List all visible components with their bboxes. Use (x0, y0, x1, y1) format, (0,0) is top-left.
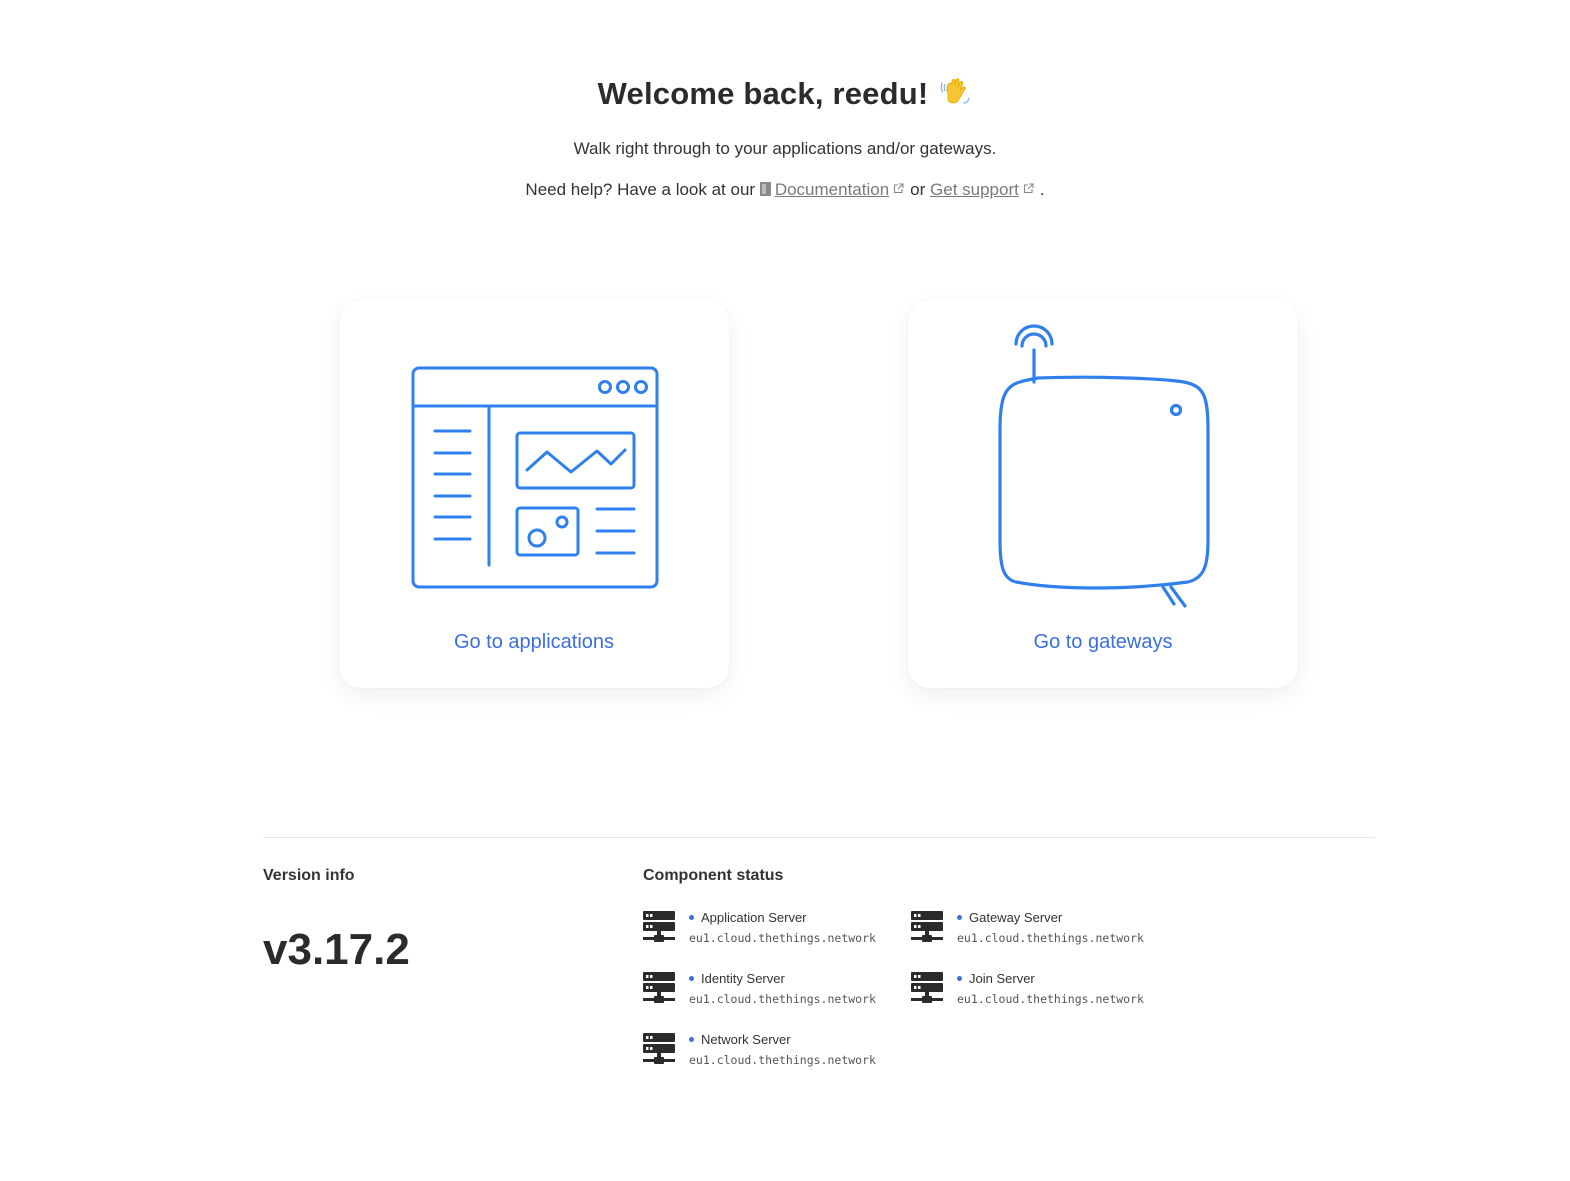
component-name: Identity Server (689, 971, 785, 986)
status-dot (689, 1037, 694, 1042)
component-status-heading: Component status (643, 867, 784, 884)
server-icon (643, 911, 675, 942)
documentation-link-label: Documentation (774, 180, 890, 199)
version-number: v3.17.2 (263, 925, 410, 974)
application-window-illustration (411, 366, 659, 589)
component-name: Network Server (689, 1032, 791, 1047)
component-host: eu1.cloud.thethings.network (689, 931, 876, 945)
waving-hand-icon (938, 74, 972, 116)
component-name-text: Identity Server (701, 971, 785, 986)
component-name-text: Gateway Server (969, 910, 1063, 925)
status-dot (957, 976, 962, 981)
component-host: eu1.cloud.thethings.network (689, 992, 876, 1006)
help-prefix: Need help? Have a look at our (525, 180, 756, 199)
or-text: or (910, 180, 926, 199)
external-link-icon (1023, 179, 1034, 199)
go-to-gateways-card[interactable]: Go to gateways (908, 300, 1298, 688)
help-period: . (1039, 180, 1045, 199)
component-status-item: Application Server eu1.cloud.thethings.n… (643, 910, 903, 950)
help-line: Need help? Have a look at our Documentat… (0, 179, 1570, 200)
component-status-item: Identity Server eu1.cloud.thethings.netw… (643, 971, 903, 1011)
component-host: eu1.cloud.thethings.network (957, 992, 1144, 1006)
component-host: eu1.cloud.thethings.network (957, 931, 1144, 945)
server-icon (911, 972, 943, 1003)
component-status-item: Gateway Server eu1.cloud.thethings.netwo… (911, 910, 1171, 950)
component-name: Gateway Server (957, 910, 1062, 925)
status-dot (689, 976, 694, 981)
component-name: Application Server (689, 910, 807, 925)
footer-divider (263, 837, 1375, 838)
go-to-applications-label: Go to applications (453, 631, 615, 653)
status-dot (957, 915, 962, 920)
component-status-item: Network Server eu1.cloud.thethings.netwo… (643, 1032, 903, 1072)
server-icon (643, 972, 675, 1003)
documentation-link[interactable]: Documentation (759, 180, 890, 199)
go-to-applications-card[interactable]: Go to applications (339, 300, 729, 688)
welcome-title-text: Welcome back, reedu! (597, 76, 929, 111)
server-icon (643, 1033, 675, 1064)
component-name-text: Join Server (969, 971, 1035, 986)
component-name-text: Network Server (701, 1032, 791, 1047)
component-name: Join Server (957, 971, 1035, 986)
go-to-gateways-label: Go to gateways (1033, 631, 1173, 653)
component-name-text: Application Server (701, 910, 807, 925)
welcome-subtitle: Walk right through to your applications … (573, 139, 997, 158)
welcome-heading: Welcome back, reedu! (0, 74, 1570, 116)
get-support-link[interactable]: Get support (930, 180, 1019, 199)
gateway-device-illustration (998, 324, 1210, 608)
welcome-page: Welcome back, reedu! Walk right through … (0, 0, 1570, 1181)
server-icon (911, 911, 943, 942)
external-link-icon (893, 179, 904, 199)
component-host: eu1.cloud.thethings.network (689, 1053, 876, 1067)
get-support-link-label: Get support (930, 180, 1019, 199)
book-icon (759, 182, 771, 196)
status-dot (689, 915, 694, 920)
component-status-item: Join Server eu1.cloud.thethings.network (911, 971, 1171, 1011)
version-info-heading: Version info (263, 867, 355, 884)
